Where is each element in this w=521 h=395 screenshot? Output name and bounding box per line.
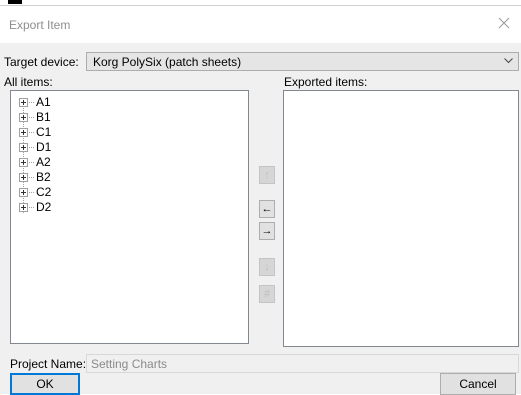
- exported-items-list[interactable]: [283, 90, 519, 347]
- tree-item-label: A2: [36, 155, 51, 169]
- move-up-button[interactable]: ↑: [259, 166, 275, 184]
- tree-item-label: D1: [36, 140, 52, 154]
- tree-item-label: C2: [36, 185, 52, 199]
- expand-plus-icon[interactable]: [19, 113, 28, 122]
- tree-item-label: B2: [36, 170, 51, 184]
- tree-item-label: A1: [36, 95, 51, 109]
- title-bar: Export Item: [0, 6, 521, 43]
- all-items-tree[interactable]: A1 B1 C1 D1 A2 B2 C2 D2: [10, 90, 249, 344]
- expand-plus-icon[interactable]: [19, 173, 28, 182]
- exported-items-label: Exported items:: [284, 75, 368, 89]
- remove-button[interactable]: ←: [259, 200, 275, 218]
- export-item-dialog: Export Item Target device: Korg PolySix …: [0, 5, 521, 395]
- expand-plus-icon[interactable]: [19, 128, 28, 137]
- project-name-field: Setting Charts: [86, 354, 519, 373]
- all-items-label: All items:: [4, 75, 53, 89]
- add-button[interactable]: →: [259, 222, 275, 240]
- close-icon[interactable]: [496, 15, 512, 31]
- expand-plus-icon[interactable]: [19, 188, 28, 197]
- move-down-button[interactable]: ↓: [259, 258, 275, 276]
- project-name-value: Setting Charts: [91, 357, 168, 371]
- chevron-down-icon: [504, 58, 513, 64]
- tree-item-label: D2: [36, 200, 52, 214]
- target-device-value: Korg PolySix (patch sheets): [93, 55, 242, 69]
- ok-button[interactable]: OK: [10, 373, 80, 395]
- tree-item-label: B1: [36, 110, 51, 124]
- expand-plus-icon[interactable]: [19, 158, 28, 167]
- expand-plus-icon[interactable]: [19, 203, 28, 212]
- project-name-label: Project Name:: [10, 357, 87, 371]
- expand-plus-icon[interactable]: [19, 98, 28, 107]
- renumber-button[interactable]: #: [259, 285, 275, 303]
- target-device-select[interactable]: Korg PolySix (patch sheets): [86, 52, 519, 71]
- expand-plus-icon[interactable]: [19, 143, 28, 152]
- cancel-button[interactable]: Cancel: [440, 373, 516, 395]
- tree-item-label: C1: [36, 125, 52, 139]
- target-device-label: Target device:: [4, 55, 79, 69]
- top-edge-mark: [8, 0, 22, 4]
- dialog-title: Export Item: [9, 18, 71, 32]
